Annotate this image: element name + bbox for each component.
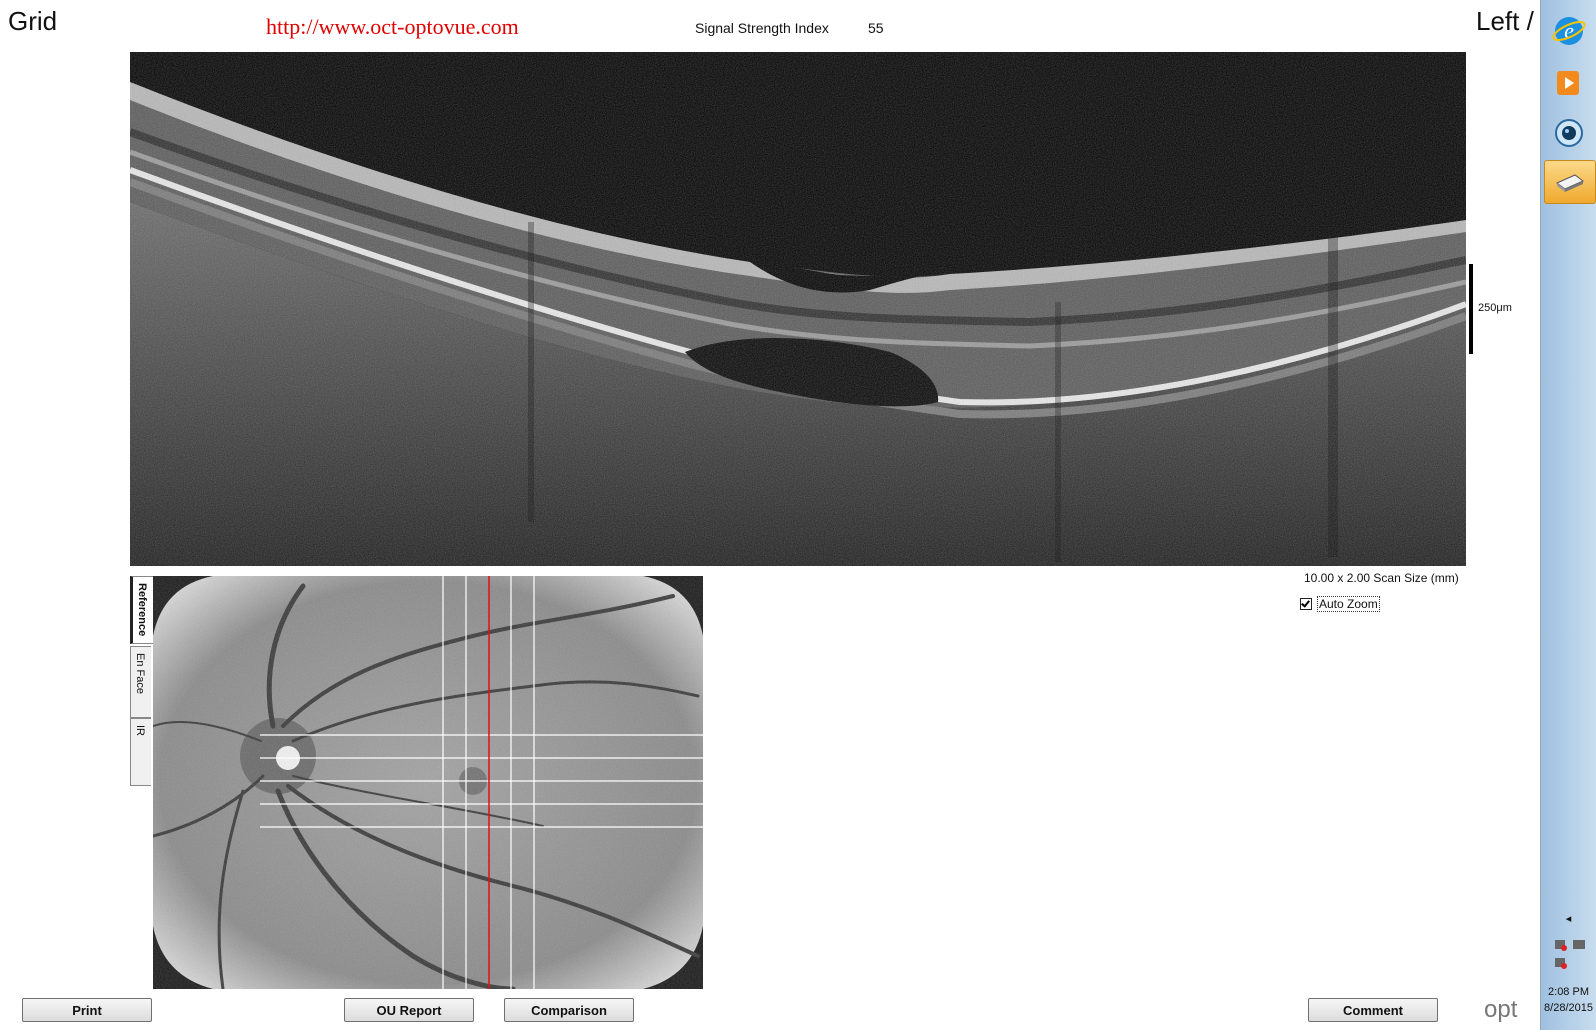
comparison-button[interactable]: Comparison — [504, 998, 634, 1022]
clock-date[interactable]: 8/28/2015 — [1541, 1002, 1596, 1014]
optovue-logo: opt — [1484, 996, 1517, 1024]
tab-reference-label: Reference — [136, 583, 148, 637]
signal-strength-label: Signal Strength Index — [695, 20, 829, 36]
scan-type-label: Grid — [8, 6, 58, 36]
internet-explorer-icon[interactable]: e — [1544, 10, 1594, 52]
auto-zoom-label: Auto Zoom — [1317, 596, 1380, 612]
tab-ir-label: IR — [134, 725, 146, 736]
media-player-icon[interactable] — [1544, 62, 1594, 104]
tray-status-icons[interactable] — [1541, 936, 1596, 979]
auto-zoom-checkbox[interactable] — [1300, 598, 1312, 610]
tab-en-face-label: En Face — [134, 653, 146, 694]
auto-zoom-option[interactable]: Auto Zoom — [1300, 596, 1380, 612]
windows-taskbar: e ◂ 2:08 PM 8/28/2015 — [1541, 0, 1596, 1030]
watermark-url: http://www.oct-optovue.com — [266, 14, 519, 39]
camera-icon[interactable] — [1544, 112, 1594, 154]
oct-viewer-window: Grid http://www.oct-optovue.com Signal S… — [0, 0, 1541, 1030]
scale-bar-label: 250μm — [1478, 302, 1512, 314]
comment-button[interactable]: Comment — [1308, 998, 1438, 1022]
oct-bscan-image[interactable] — [130, 52, 1466, 566]
print-button[interactable]: Print — [22, 998, 152, 1022]
ou-report-button[interactable]: OU Report — [344, 998, 474, 1022]
tab-ir[interactable]: IR — [130, 718, 151, 786]
scale-bar — [1469, 264, 1473, 354]
scanner-icon[interactable] — [1544, 160, 1596, 204]
eye-label: Left / — [1476, 6, 1534, 36]
scan-size-label: 10.00 x 2.00 Scan Size (mm) — [1304, 571, 1459, 585]
clock-time[interactable]: 2:08 PM — [1541, 986, 1596, 998]
tray-expand-icon[interactable]: ◂ — [1541, 912, 1596, 925]
tab-reference[interactable]: Reference — [130, 576, 153, 644]
signal-strength-value: 55 — [868, 20, 884, 36]
fundus-reference-image[interactable] — [153, 576, 703, 989]
tab-en-face[interactable]: En Face — [130, 646, 151, 718]
logo-text: opt — [1484, 996, 1518, 1023]
